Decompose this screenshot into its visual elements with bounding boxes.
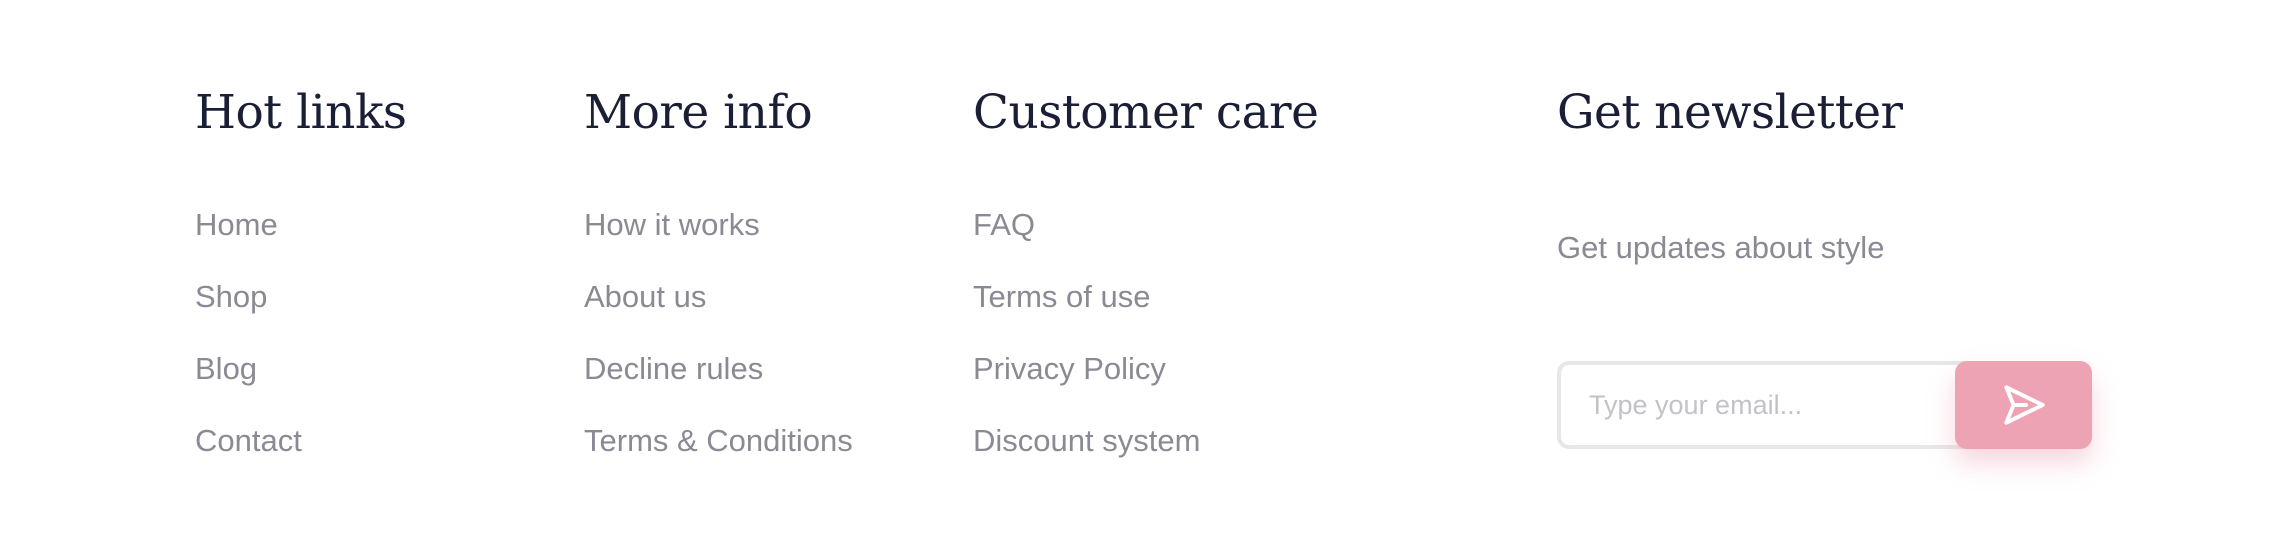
- list-item: How it works: [584, 189, 853, 261]
- about-us-link[interactable]: About us: [584, 279, 706, 314]
- more-info-column: More info How it works About us Decline …: [584, 80, 853, 458]
- site-footer: Hot links Home Shop Blog Contact More in…: [0, 0, 2280, 560]
- blog-link[interactable]: Blog: [195, 351, 257, 386]
- newsletter-heading: Get newsletter: [1557, 85, 1903, 140]
- list-item: Discount system: [973, 405, 1200, 477]
- terms-of-use-link[interactable]: Terms of use: [973, 279, 1150, 314]
- more-info-list: How it works About us Decline rules Term…: [584, 189, 853, 477]
- faq-link[interactable]: FAQ: [973, 207, 1035, 242]
- list-item: Privacy Policy: [973, 333, 1200, 405]
- list-item: Terms of use: [973, 261, 1200, 333]
- send-icon: [2003, 385, 2045, 425]
- list-item: FAQ: [973, 189, 1200, 261]
- hot-links-list: Home Shop Blog Contact: [195, 189, 302, 477]
- list-item: Terms & Conditions: [584, 405, 853, 477]
- home-link[interactable]: Home: [195, 207, 278, 242]
- customer-care-heading: Customer care: [973, 85, 1319, 140]
- list-item: Contact: [195, 405, 302, 477]
- contact-link[interactable]: Contact: [195, 423, 302, 458]
- list-item: Decline rules: [584, 333, 853, 405]
- more-info-heading: More info: [584, 85, 813, 140]
- how-it-works-link[interactable]: How it works: [584, 207, 760, 242]
- customer-care-list: FAQ Terms of use Privacy Policy Discount…: [973, 189, 1200, 477]
- send-button[interactable]: [1955, 361, 2092, 449]
- list-item: Home: [195, 189, 302, 261]
- email-input[interactable]: [1557, 361, 1987, 449]
- discount-system-link[interactable]: Discount system: [973, 423, 1200, 458]
- privacy-policy-link[interactable]: Privacy Policy: [973, 351, 1166, 386]
- newsletter-description: Get updates about style: [1557, 230, 1885, 265]
- decline-rules-link[interactable]: Decline rules: [584, 351, 763, 386]
- shop-link[interactable]: Shop: [195, 279, 267, 314]
- terms-conditions-link[interactable]: Terms & Conditions: [584, 423, 853, 458]
- list-item: Blog: [195, 333, 302, 405]
- list-item: About us: [584, 261, 853, 333]
- newsletter-column: Get newsletter Get updates about style: [1557, 80, 2092, 449]
- customer-care-column: Customer care FAQ Terms of use Privacy P…: [973, 80, 1319, 458]
- hot-links-heading: Hot links: [195, 85, 407, 140]
- hot-links-column: Hot links Home Shop Blog Contact: [195, 80, 407, 458]
- list-item: Shop: [195, 261, 302, 333]
- newsletter-form: [1557, 361, 2092, 449]
